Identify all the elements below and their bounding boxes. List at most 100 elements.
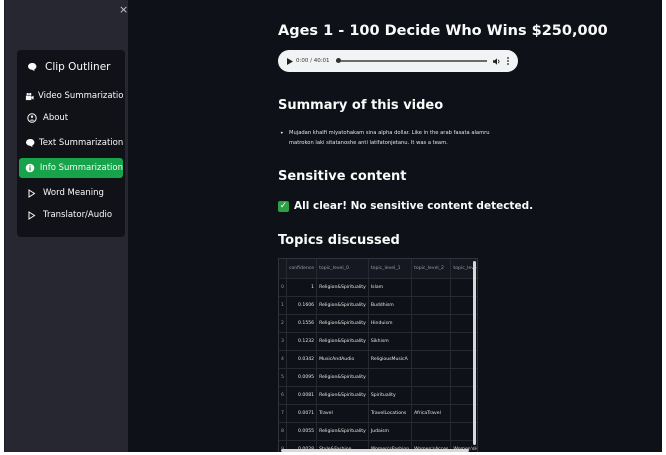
table-cell[interactable] [411, 332, 452, 351]
sensitive-status: ✓ All clear! No sensitive content detect… [278, 200, 533, 212]
table-cell[interactable]: 0.0055 [286, 422, 318, 441]
table-cell[interactable] [411, 350, 452, 369]
row-index[interactable]: 1 [279, 296, 287, 315]
table-cell[interactable] [411, 314, 452, 333]
table-cell[interactable] [411, 386, 452, 405]
more-options-icon[interactable] [507, 57, 509, 65]
audio-time: 0:00 / 40:01 [296, 58, 330, 64]
row-index[interactable]: 3 [279, 332, 287, 351]
table-cell[interactable]: Religion&Spirituality [316, 314, 369, 333]
table-cell[interactable]: 0.1232 [286, 332, 318, 351]
table-row: 1 0.1606 Religion&Spirituality Buddhism [279, 296, 477, 315]
audio-progress-track[interactable] [335, 58, 487, 63]
table-cell[interactable] [411, 278, 452, 297]
option-menu: Clip Outliner Video Summarization About … [17, 50, 125, 237]
table-cell[interactable]: Religion&Spirituality [316, 422, 369, 441]
table-row: 2 0.1556 Religion&Spirituality Hinduism [279, 314, 477, 333]
table-cell[interactable]: 0.0342 [286, 350, 318, 369]
volume-icon[interactable] [493, 57, 501, 65]
table-cell[interactable]: 0.1606 [286, 296, 318, 315]
vertical-scrollbar[interactable] [473, 261, 476, 445]
row-index[interactable]: 0 [279, 278, 287, 297]
chat-bubble-icon [25, 138, 35, 148]
menu-item-label: Text Summarization [39, 138, 123, 148]
table-cell[interactable]: Hinduism [368, 314, 413, 333]
table-cell[interactable]: Spirituality [368, 386, 413, 405]
table-cell[interactable]: Religion&Spirituality [316, 278, 369, 297]
table-header-row: confidence topic_level_0 topic_level_1 t… [279, 259, 477, 279]
menu-title-label: Clip Outliner [45, 61, 111, 73]
table-cell[interactable]: 0.0071 [286, 404, 318, 423]
summary-heading: Summary of this video [278, 98, 444, 113]
table-row: 0 1 Religion&Spirituality Islam [279, 278, 477, 297]
table-cell[interactable] [411, 422, 452, 441]
row-index[interactable]: 7 [279, 404, 287, 423]
table-cell[interactable]: Religion&Spirituality [316, 332, 369, 351]
close-sidebar-icon[interactable]: × [119, 4, 128, 15]
checkmark-icon: ✓ [278, 200, 289, 212]
menu-item-info-summarization[interactable]: Info Summarization [19, 158, 123, 178]
table-cell[interactable]: Buddhism [368, 296, 413, 315]
play-triangle-icon [25, 210, 39, 220]
row-index[interactable]: 6 [279, 386, 287, 405]
menu-item-label: Info Summarization [39, 163, 123, 173]
audio-progress-knob[interactable] [335, 58, 341, 63]
menu-item-translator-audio[interactable]: Translator/Audio [19, 205, 123, 225]
summary-text: Mujadan khalfi miyatohakam sina alpha do… [289, 130, 490, 146]
sidebar: × Clip Outliner Video Summarization Abou… [4, 0, 129, 452]
table-cell[interactable]: 0.0095 [286, 368, 318, 387]
table-cell[interactable]: Islam [368, 278, 413, 297]
menu-item-label: Translator/Audio [43, 210, 113, 220]
topics-table[interactable]: confidence topic_level_0 topic_level_1 t… [278, 258, 478, 452]
table-cell[interactable]: Sikhism [368, 332, 413, 351]
audio-player[interactable]: 0:00 / 40:01 [278, 50, 518, 72]
row-index[interactable]: 4 [279, 350, 287, 369]
play-icon[interactable] [287, 57, 293, 65]
menu-item-word-meaning[interactable]: Word Meaning [19, 183, 123, 203]
column-header[interactable] [279, 259, 287, 279]
table-cell[interactable] [411, 296, 452, 315]
menu-item-about[interactable]: About [19, 108, 123, 128]
column-header[interactable]: topic_level_0 [316, 259, 369, 279]
main-content: Ages 1 - 100 Decide Who Wins $250,000 0:… [128, 0, 662, 452]
column-header[interactable]: confidence [286, 259, 318, 279]
row-index[interactable]: 5 [279, 368, 287, 387]
chat-bubble-icon [25, 62, 39, 72]
menu-item-label: Word Meaning [43, 188, 104, 198]
table-cell[interactable]: Travel [316, 404, 369, 423]
table-row: 6 0.0081 Religion&Spirituality Spirituality [279, 386, 477, 405]
play-triangle-icon [25, 188, 39, 198]
table-cell[interactable]: AfricaTravel [411, 404, 452, 423]
table-cell[interactable]: TravelLocations [368, 404, 413, 423]
table-cell[interactable]: 1 [286, 278, 318, 297]
table-cell[interactable]: 0.0081 [286, 386, 318, 405]
info-icon [25, 163, 36, 173]
video-camera-icon [25, 92, 34, 101]
table-cell[interactable]: MusicAndAudio [316, 350, 369, 369]
menu-title: Clip Outliner [17, 56, 125, 78]
column-header[interactable]: topic_level_2 [411, 259, 452, 279]
table-cell[interactable] [368, 368, 413, 387]
menu-item-label: Video Summarization [38, 91, 123, 101]
column-header[interactable]: topic_level_1 [368, 259, 413, 279]
table-cell[interactable] [411, 368, 452, 387]
table-row: 4 0.0342 MusicAndAudio ReligiousMusicA [279, 350, 477, 369]
table-cell[interactable]: Religion&Spirituality [316, 368, 369, 387]
menu-item-text-summarization[interactable]: Text Summarization [19, 133, 123, 153]
menu-item-video-summarization[interactable]: Video Summarization [19, 86, 123, 106]
table-row: 5 0.0095 Religion&Spirituality [279, 368, 477, 387]
table-cell[interactable]: Judaism [368, 422, 413, 441]
topics-dataframe: confidence topic_level_0 topic_level_1 t… [279, 259, 477, 452]
menu-item-label: About [43, 113, 69, 123]
row-index[interactable]: 2 [279, 314, 287, 333]
horizontal-scrollbar[interactable] [281, 449, 469, 452]
sensitive-status-text: All clear! No sensitive content detected… [294, 200, 534, 212]
table-cell[interactable]: ReligiousMusicA [368, 350, 413, 369]
table-row: 8 0.0055 Religion&Spirituality Judaism [279, 422, 477, 441]
table-cell[interactable]: Religion&Spirituality [316, 296, 369, 315]
bullet-icon: • [280, 130, 284, 137]
table-cell[interactable]: 0.1556 [286, 314, 318, 333]
table-row: 3 0.1232 Religion&Spirituality Sikhism [279, 332, 477, 351]
row-index[interactable]: 8 [279, 422, 287, 441]
table-cell[interactable]: Religion&Spirituality [316, 386, 369, 405]
